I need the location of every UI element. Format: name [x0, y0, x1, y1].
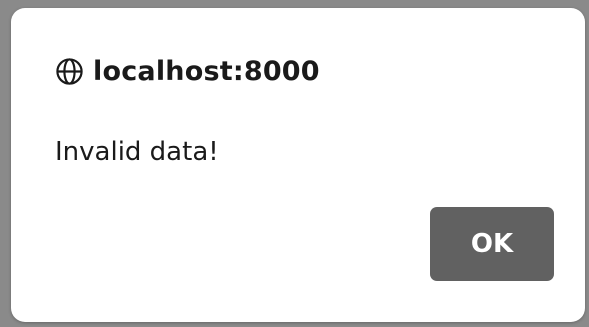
dialog-title: localhost:8000 — [93, 56, 320, 87]
dialog-header: localhost:8000 — [55, 57, 320, 86]
ok-button[interactable]: OK — [430, 207, 554, 281]
dialog-message: Invalid data! — [55, 137, 219, 167]
alert-dialog: localhost:8000 Invalid data! OK — [11, 8, 585, 322]
globe-icon — [55, 57, 84, 86]
